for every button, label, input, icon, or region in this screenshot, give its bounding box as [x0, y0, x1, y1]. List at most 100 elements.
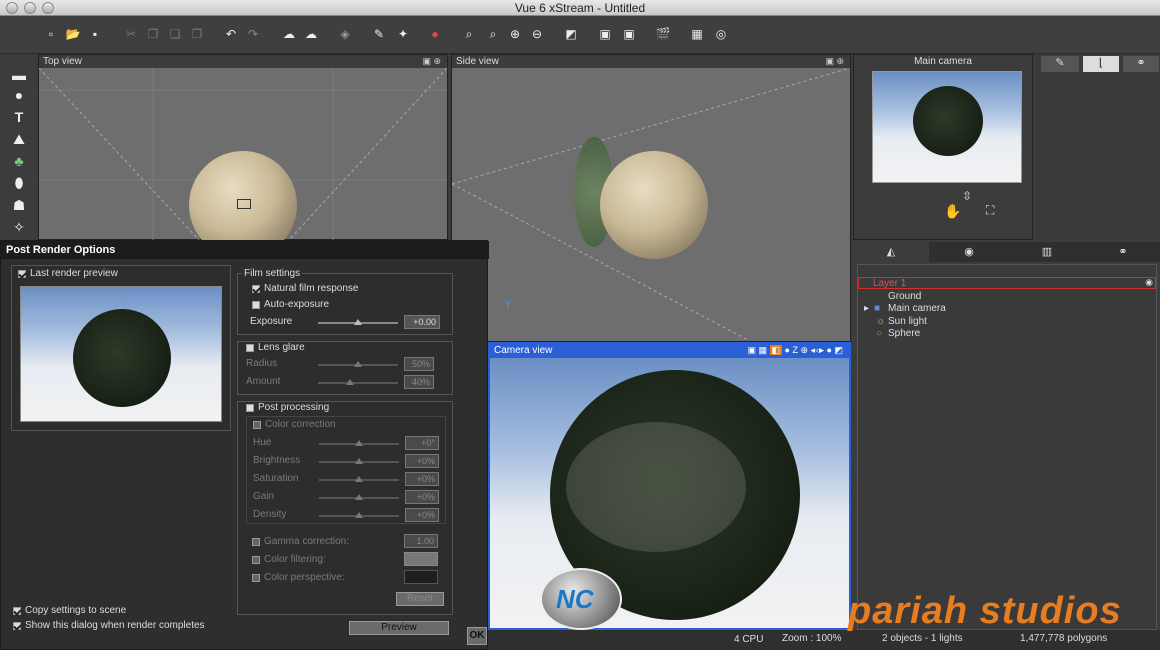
- reset-button[interactable]: Reset: [396, 592, 444, 606]
- plane-tool-icon[interactable]: ▬: [10, 66, 28, 84]
- objects-tab-icon[interactable]: ◭: [853, 242, 929, 262]
- side-viewport[interactable]: Side view ▣ ⊕ Y: [451, 54, 851, 342]
- zoom-in-icon[interactable]: ⊕: [506, 25, 524, 43]
- brightness-slider[interactable]: [319, 458, 399, 464]
- color-perspective-swatch[interactable]: [404, 570, 438, 584]
- preview-button[interactable]: Preview: [349, 621, 449, 635]
- render-icon[interactable]: ▣: [620, 25, 638, 43]
- edit-object-icon[interactable]: ✎: [370, 25, 388, 43]
- rotate-camera-icon[interactable]: ⇳: [962, 189, 972, 203]
- amount-slider[interactable]: [318, 379, 398, 385]
- last-render-checkbox[interactable]: [18, 270, 26, 278]
- lens-glare-title: Lens glare: [258, 342, 305, 353]
- radius-slider[interactable]: [318, 361, 398, 367]
- tree-item-sun-light[interactable]: Sun light: [888, 316, 927, 327]
- object-icon[interactable]: ◈: [336, 25, 354, 43]
- select-icon[interactable]: ✦: [394, 25, 412, 43]
- ok-button[interactable]: OK: [467, 627, 487, 645]
- animation-icon[interactable]: 🎬: [654, 25, 672, 43]
- save-file-icon[interactable]: ▪: [86, 25, 104, 43]
- zoom-fit-icon[interactable]: ⌕: [460, 25, 478, 43]
- zoom-out-icon[interactable]: ⊖: [528, 25, 546, 43]
- hue-slider[interactable]: [319, 440, 399, 446]
- auto-exposure-checkbox[interactable]: [252, 301, 260, 309]
- cut-icon[interactable]: ✂: [122, 25, 140, 43]
- top-viewport[interactable]: Top view ▣ ⊕: [38, 54, 448, 259]
- color-perspective-label: Color perspective:: [264, 572, 345, 583]
- brightness-field[interactable]: +0%: [405, 454, 439, 468]
- layer-label: Layer 1: [873, 278, 907, 289]
- post-processing-checkbox[interactable]: [246, 404, 254, 412]
- gamma-checkbox[interactable]: [252, 538, 260, 546]
- visibility-eye-icon[interactable]: ◉: [1145, 277, 1153, 288]
- color-filtering-swatch[interactable]: [404, 552, 438, 566]
- cloud-icon[interactable]: ☁: [302, 25, 320, 43]
- radius-label: Radius: [246, 358, 278, 369]
- color-correction-group: Color correction Hue +0° Brightness +0% …: [246, 416, 446, 524]
- tree-item-main-camera[interactable]: Main camera: [888, 303, 946, 314]
- viewport-options-icon[interactable]: ▣ ⊕: [825, 55, 844, 68]
- link-tab-icon[interactable]: ⚭: [1123, 56, 1159, 72]
- settings-tab-icon[interactable]: ⌊: [1083, 56, 1119, 72]
- gamma-field[interactable]: 1.00: [404, 534, 438, 548]
- natural-film-checkbox[interactable]: [252, 285, 260, 293]
- terrain-tool-icon[interactable]: ⛰: [10, 130, 28, 148]
- density-slider[interactable]: [319, 512, 399, 518]
- frame-icon[interactable]: ◩: [562, 25, 580, 43]
- radius-field[interactable]: 50%: [404, 357, 434, 371]
- saturation-field[interactable]: +0%: [405, 472, 439, 486]
- duplicate-icon[interactable]: ❐: [188, 25, 206, 43]
- density-field[interactable]: +0%: [405, 508, 439, 522]
- new-file-icon[interactable]: ▫: [42, 25, 60, 43]
- color-correction-checkbox[interactable]: [253, 421, 261, 429]
- open-file-icon[interactable]: 📂: [64, 25, 82, 43]
- layer-row[interactable]: Layer 1 ◉: [858, 277, 1156, 289]
- tree-item-sphere[interactable]: Sphere: [888, 328, 920, 339]
- camera-viewport-controls[interactable]: ▣ ▦ ◧ ● Z ⊕ ◂◃▸ ● ◩: [747, 344, 843, 357]
- links-tab-icon[interactable]: ⚭: [1087, 242, 1159, 262]
- paste-icon[interactable]: ❏: [166, 25, 184, 43]
- gain-slider[interactable]: [319, 494, 399, 500]
- plant-tool-icon[interactable]: ♣: [10, 152, 28, 170]
- figure-tool-icon[interactable]: ☗: [10, 196, 28, 214]
- sphere-object[interactable]: [600, 151, 708, 259]
- exposure-field[interactable]: +0.00: [404, 315, 440, 329]
- library-tab-icon[interactable]: ▥: [1009, 242, 1085, 262]
- pan-hand-icon[interactable]: ✋: [944, 203, 961, 220]
- sphere-tool-icon[interactable]: ●: [10, 86, 28, 104]
- frame-camera-icon[interactable]: ⛶: [986, 203, 994, 218]
- zoom-window-button[interactable]: [42, 2, 54, 14]
- lens-glare-checkbox[interactable]: [246, 344, 254, 352]
- exposure-slider[interactable]: [318, 319, 398, 325]
- render-area-icon[interactable]: ▣: [596, 25, 614, 43]
- atmosphere-icon[interactable]: ☁: [280, 25, 298, 43]
- object-count: 2 objects - 1 lights: [882, 633, 963, 644]
- brush-tab-icon[interactable]: ✎: [1041, 56, 1079, 72]
- gain-field[interactable]: +0%: [405, 490, 439, 504]
- undo-icon[interactable]: ↶: [222, 25, 240, 43]
- show-dialog-checkbox[interactable]: [13, 622, 21, 630]
- tree-item-ground[interactable]: Ground: [888, 291, 921, 302]
- camera-gizmo[interactable]: [237, 199, 251, 209]
- amount-field[interactable]: 40%: [404, 375, 434, 389]
- saturation-slider[interactable]: [319, 476, 399, 482]
- material-icon[interactable]: ●: [426, 25, 444, 43]
- expand-arrow-icon[interactable]: ▸: [864, 303, 869, 314]
- copy-icon[interactable]: ❐: [144, 25, 162, 43]
- rock-tool-icon[interactable]: ⬮: [10, 174, 28, 192]
- main-toolbar: ▫ 📂 ▪ ✂ ❐ ❏ ❐ ↶ ↷ ☁ ☁ ◈ ✎ ✦ ● ⌕ ⌕ ⊕ ⊖ ◩ …: [0, 16, 1160, 54]
- hue-field[interactable]: +0°: [405, 436, 439, 450]
- redo-icon[interactable]: ↷: [244, 25, 262, 43]
- copy-settings-checkbox[interactable]: [13, 607, 21, 615]
- camera-options-icon[interactable]: ◎: [712, 25, 730, 43]
- viewport-options-icon[interactable]: ▣ ⊕: [422, 55, 441, 68]
- color-filtering-checkbox[interactable]: [252, 556, 260, 564]
- light-tool-icon[interactable]: ✧: [10, 218, 28, 236]
- text-tool-icon[interactable]: T: [10, 108, 28, 126]
- display-options-icon[interactable]: ▦: [688, 25, 706, 43]
- zoom-region-icon[interactable]: ⌕: [484, 25, 502, 43]
- close-window-button[interactable]: [6, 2, 18, 14]
- color-perspective-checkbox[interactable]: [252, 574, 260, 582]
- minimize-window-button[interactable]: [24, 2, 36, 14]
- materials-tab-icon[interactable]: ◉: [931, 242, 1007, 262]
